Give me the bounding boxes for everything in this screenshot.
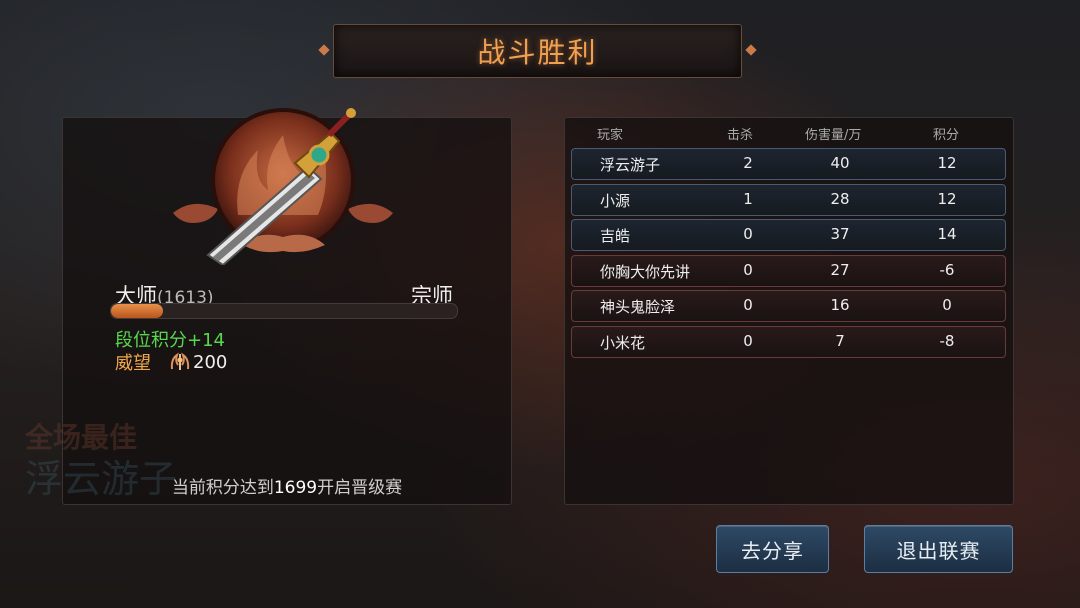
prestige-value: 200 (193, 351, 228, 373)
banner-ornament-right (745, 44, 757, 56)
damage-cell: 28 (830, 190, 850, 208)
prestige-icon (170, 352, 190, 370)
damage-cell: 7 (835, 332, 845, 350)
score-cell: 12 (937, 190, 957, 208)
player-name: 小米花 (600, 334, 646, 352)
damage-cell: 16 (830, 296, 850, 314)
score-cell: 0 (942, 296, 952, 314)
score-cell: -6 (939, 261, 955, 279)
damage-cell: 40 (830, 154, 850, 172)
player-name: 小源 (600, 192, 631, 210)
prestige-row: 威望 200 (115, 350, 228, 375)
promotion-target: 1699 (273, 478, 318, 498)
header-player: 玩家 (597, 128, 624, 143)
title-banner: 战斗胜利 (318, 24, 757, 78)
header-damage: 伤害量/万 (805, 128, 862, 143)
table-row: 你胸大你先讲 0 27 -6 (571, 255, 1006, 287)
rank-panel: 大师(1613) 宗师 段位积分+14 威望 200 全场最佳 浮云游子 当前积… (25, 108, 512, 505)
scoreboard-panel: 玩家 击杀 伤害量/万 积分 浮云游子 2 40 12 小源 1 28 12 吉皓 0 37 14 你胸… (564, 117, 1014, 505)
kills-cell: 0 (743, 332, 753, 350)
player-name: 神头鬼脸泽 (600, 298, 676, 316)
header-score: 积分 (933, 128, 960, 143)
rank-sword-emblem-icon (173, 108, 393, 265)
table-row: 神头鬼脸泽 0 16 0 (571, 290, 1006, 322)
table-row: 吉皓 0 37 14 (571, 219, 1006, 251)
rank-progress-bar (110, 303, 458, 319)
scoreboard-header: 玩家 击杀 伤害量/万 积分 (565, 121, 1013, 143)
banner-ornament-left (318, 44, 330, 56)
score-cell: -8 (939, 332, 955, 350)
page-title: 战斗胜利 (477, 36, 598, 69)
promotion-note: 当前积分达到1699开启晋级赛 (171, 478, 403, 498)
kills-cell: 0 (743, 261, 753, 279)
table-row: 小米花 0 7 -8 (571, 326, 1006, 358)
kills-cell: 1 (743, 190, 753, 208)
prestige-label: 威望 (115, 353, 151, 374)
share-button[interactable]: 去分享 (716, 525, 829, 573)
table-row: 小源 1 28 12 (571, 184, 1006, 216)
exit-league-button[interactable]: 退出联赛 (864, 525, 1013, 573)
kills-cell: 0 (743, 225, 753, 243)
header-kills: 击杀 (727, 128, 754, 143)
player-name: 浮云游子 (600, 156, 661, 174)
rank-progress-fill (111, 304, 163, 318)
kills-cell: 0 (743, 296, 753, 314)
player-name: 吉皓 (600, 227, 631, 245)
damage-cell: 27 (830, 261, 850, 279)
score-cell: 12 (937, 154, 957, 172)
table-row: 浮云游子 2 40 12 (571, 148, 1006, 180)
kills-cell: 2 (743, 154, 753, 172)
score-cell: 14 (937, 225, 957, 243)
damage-cell: 37 (830, 225, 850, 243)
player-name: 你胸大你先讲 (600, 263, 691, 281)
